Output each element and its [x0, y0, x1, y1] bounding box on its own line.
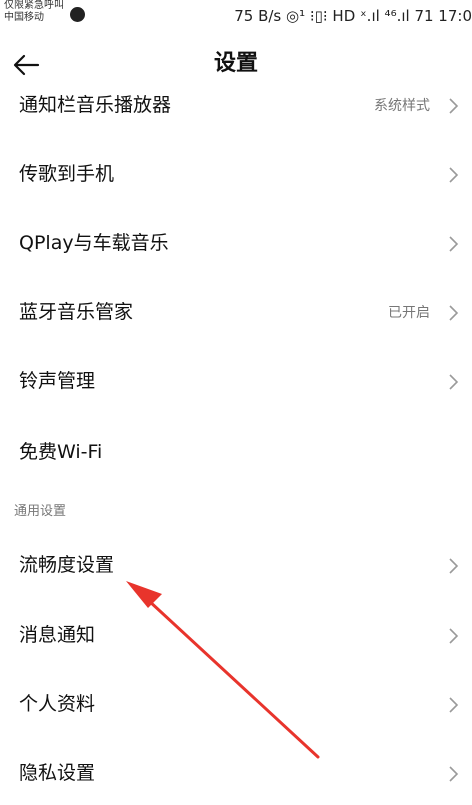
setting-label: 免费Wi-Fi	[19, 441, 103, 463]
section-label-general: 通用设置	[14, 504, 67, 519]
setting-label: 传歌到手机	[19, 163, 115, 185]
setting-label: 通知栏音乐播放器	[19, 94, 172, 116]
chevron-right-icon	[449, 697, 459, 713]
chevron-right-icon	[449, 167, 459, 183]
setting-row-free-wifi[interactable]: 免费Wi-Fi	[0, 424, 472, 484]
carrier-info: 仅限紧急呼叫 中国移动	[4, 0, 64, 24]
carrier-line-emergency: 仅限紧急呼叫	[4, 0, 64, 11]
chevron-right-icon	[449, 558, 459, 574]
setting-label: 蓝牙音乐管家	[19, 301, 134, 323]
status-bar: 仅限紧急呼叫 中国移动 75 B/s ◎¹ ⁝▯⁝ HD ˣ.ıl ⁴⁶.ıl …	[0, 0, 472, 34]
setting-row-ringtone[interactable]: 铃声管理	[0, 353, 472, 413]
setting-row-profile[interactable]: 个人资料	[0, 676, 472, 736]
chevron-right-icon	[449, 236, 459, 252]
chevron-right-icon	[449, 374, 459, 390]
setting-label: 隐私设置	[19, 762, 96, 784]
setting-label: 个人资料	[19, 693, 96, 715]
setting-label: 流畅度设置	[19, 554, 115, 576]
setting-label: 铃声管理	[19, 370, 96, 392]
setting-row-bluetooth-manager[interactable]: 蓝牙音乐管家 已开启	[0, 284, 472, 344]
globe-icon	[70, 7, 85, 22]
status-indicators: 75 B/s ◎¹ ⁝▯⁝ HD ˣ.ıl ⁴⁶.ıl 71 17:0	[234, 7, 472, 25]
setting-row-message-notification[interactable]: 消息通知	[0, 607, 472, 667]
chevron-right-icon	[449, 628, 459, 644]
carrier-line-name: 中国移动	[4, 12, 44, 23]
setting-value: 已开启	[388, 305, 430, 321]
setting-row-smoothness[interactable]: 流畅度设置	[0, 537, 472, 597]
page-title: 设置	[213, 51, 258, 76]
setting-row-notification-player[interactable]: 通知栏音乐播放器 系统样式	[0, 77, 472, 137]
setting-label: 消息通知	[19, 624, 96, 646]
setting-row-privacy[interactable]: 隐私设置	[0, 745, 472, 805]
setting-row-transfer-to-phone[interactable]: 传歌到手机	[0, 146, 472, 206]
setting-label: QPlay与车载音乐	[19, 232, 169, 254]
setting-value: 系统样式	[374, 98, 430, 114]
chevron-right-icon	[449, 98, 459, 114]
chevron-right-icon	[449, 766, 459, 782]
setting-row-qplay[interactable]: QPlay与车载音乐	[0, 215, 472, 275]
chevron-right-icon	[449, 305, 459, 321]
